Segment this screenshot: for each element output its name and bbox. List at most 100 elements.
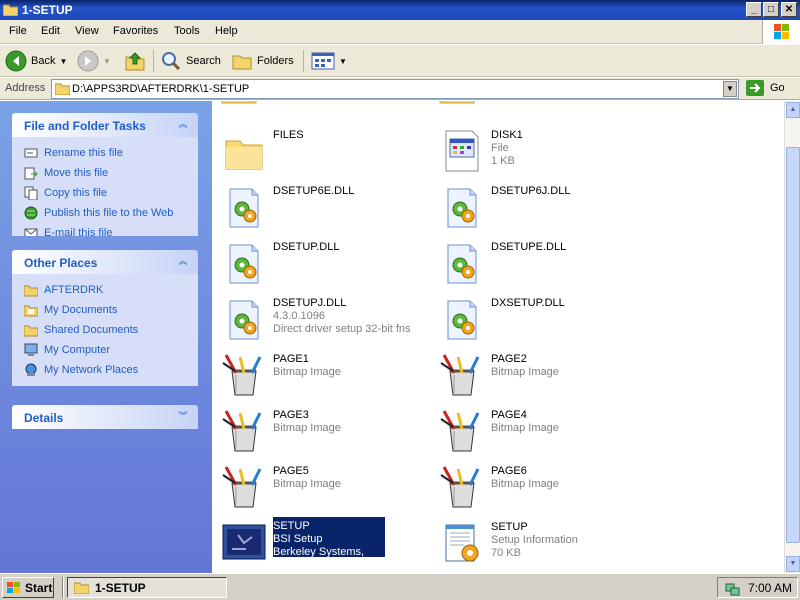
bitmap-icon	[220, 463, 268, 511]
place-afterdrk[interactable]: AFTERDRK	[24, 280, 198, 300]
file-item-dsetupe-dll[interactable]: DSETUPE.DLL	[436, 237, 646, 287]
file-name: SETUP	[491, 521, 528, 533]
scroll-thumb[interactable]	[786, 147, 800, 543]
task-publish[interactable]: Publish this file to the Web	[24, 203, 198, 223]
views-button[interactable]: ▼	[311, 48, 347, 74]
file-item-setup[interactable]: SETUP BSI Setup Berkeley Systems, Inc.	[218, 517, 428, 571]
place-my-network-places[interactable]: My Network Places	[24, 360, 198, 380]
place-label: My Network Places	[44, 364, 139, 376]
task-email[interactable]: E-mail this file	[24, 223, 198, 236]
place-label: AFTERDRK	[44, 284, 104, 296]
file-item-page5[interactable]: PAGE5 Bitmap Image	[218, 461, 428, 511]
file-name: PAGE2	[491, 353, 527, 365]
file-item-dsetup6j-dll[interactable]: DSETUP6J.DLL	[436, 181, 646, 231]
address-dropdown-icon[interactable]: ▼	[723, 81, 737, 97]
maximize-button[interactable]: □	[763, 2, 779, 17]
file-item-dsetupj-dll[interactable]: DSETUPJ.DLL 4.3.0.1096 Direct driver setup…	[218, 293, 428, 343]
task-rename[interactable]: Rename this file	[24, 143, 198, 163]
task-label: E-mail this file	[44, 227, 113, 236]
file-item-page3[interactable]: PAGE3 Bitmap Image	[218, 405, 428, 455]
scroll-up-arrow-icon[interactable]: ▲	[786, 102, 800, 118]
place-label: Shared Documents	[44, 324, 139, 336]
panel-header[interactable]: Details ︾	[12, 405, 198, 429]
search-icon	[162, 52, 181, 71]
globe-icon	[24, 206, 38, 220]
menu-tools[interactable]: Tools	[174, 25, 200, 37]
place-shared-documents[interactable]: Shared Documents	[24, 320, 198, 340]
taskbar-separator	[62, 577, 64, 598]
back-dropdown-icon[interactable]: ▼	[59, 57, 67, 66]
system-tray: 7:00 AM	[717, 577, 798, 598]
bitmap-icon	[220, 351, 268, 399]
file-text: PAGE4 Bitmap Image	[491, 409, 559, 435]
file-text: DSETUPE.DLL	[491, 241, 566, 254]
menu-favorites[interactable]: Favorites	[113, 25, 158, 37]
address-path: D:\APPS3RD\AFTERDRK\1-SETUP	[72, 83, 250, 95]
menu-help[interactable]: Help	[215, 25, 238, 37]
panel-title: Other Places	[24, 256, 98, 270]
clock[interactable]: 7:00 AM	[748, 581, 792, 595]
task-move[interactable]: Move this file	[24, 163, 198, 183]
task-copy[interactable]: Copy this file	[24, 183, 198, 203]
place-my-documents[interactable]: My Documents	[24, 300, 198, 320]
address-input[interactable]: D:\APPS3RD\AFTERDRK\1-SETUP ▼	[51, 79, 739, 99]
go-button[interactable]: Go	[745, 79, 785, 97]
folders-button[interactable]: Folders	[231, 48, 294, 74]
network-tray-icon[interactable]	[724, 580, 740, 596]
file-item-page1[interactable]: PAGE1 Bitmap Image	[218, 349, 428, 399]
other-places-panel: Other Places ︽ AFTERDRK My Documents Sha…	[12, 250, 198, 386]
task-label: Publish this file to the Web	[44, 207, 174, 219]
vertical-scrollbar[interactable]: ▲ ▼	[784, 101, 800, 573]
email-icon	[24, 228, 38, 236]
panel-header[interactable]: File and Folder Tasks ︽	[12, 113, 198, 137]
file-text: DSETUP.DLL	[273, 241, 339, 254]
file-item-page6[interactable]: PAGE6 Bitmap Image	[436, 461, 646, 511]
file-item-disk1[interactable]: DISK1 File 1 KB	[436, 125, 646, 175]
documents-folder-icon	[24, 305, 38, 317]
details-panel: Details ︾	[12, 405, 198, 429]
expand-chevron-icon[interactable]: ︾	[176, 410, 190, 424]
menu-file[interactable]: File	[9, 25, 27, 37]
start-button[interactable]: Start	[2, 577, 54, 598]
file-name: PAGE4	[491, 409, 527, 421]
file-name: DSETUP6J.DLL	[491, 185, 571, 197]
panel-header[interactable]: Other Places ︽	[12, 250, 198, 274]
back-button[interactable]: Back ▼	[5, 48, 67, 74]
file-folder-tasks-panel: File and Folder Tasks ︽ Rename this file…	[12, 113, 198, 236]
task-label: Rename this file	[44, 147, 123, 159]
file-item-page4[interactable]: PAGE4 Bitmap Image	[436, 405, 646, 455]
scroll-down-arrow-icon[interactable]: ▼	[786, 556, 800, 572]
file-detail: 70 KB	[491, 547, 521, 559]
file-item-page2[interactable]: PAGE2 Bitmap Image	[436, 349, 646, 399]
forward-dropdown-icon[interactable]: ▼	[103, 57, 111, 66]
title-bar[interactable]: 1-SETUP _ □ ✕	[0, 0, 800, 20]
place-my-computer[interactable]: My Computer	[24, 340, 198, 360]
close-button[interactable]: ✕	[781, 2, 797, 17]
up-folder-button[interactable]	[124, 48, 146, 74]
file-item-dsetup-dll[interactable]: DSETUP.DLL	[218, 237, 428, 287]
file-name: PAGE3	[273, 409, 309, 421]
minimize-button[interactable]: _	[746, 2, 762, 17]
file-detail: Setup Information	[491, 534, 578, 546]
file-name: FILES	[273, 129, 304, 141]
forward-button[interactable]: ▼	[77, 48, 111, 74]
file-item-setup-inf[interactable]: SETUP Setup Information 70 KB	[436, 517, 646, 567]
file-detail: Berkeley Systems, Inc.	[273, 546, 365, 571]
collapse-chevron-icon[interactable]: ︽	[176, 255, 190, 269]
file-detail: Bitmap Image	[491, 478, 559, 490]
taskbar-window-button[interactable]: 1-SETUP	[67, 577, 227, 598]
menu-edit[interactable]: Edit	[41, 25, 60, 37]
folder-icon	[439, 101, 475, 104]
search-button[interactable]: Search	[160, 48, 221, 74]
views-dropdown-icon[interactable]: ▼	[339, 57, 347, 66]
file-detail: Direct driver setup 32-bit fns	[273, 323, 411, 335]
file-item-dxsetup-dll[interactable]: DXSETUP.DLL	[436, 293, 646, 343]
file-item-files[interactable]: FILES	[218, 125, 428, 175]
file-text: DSETUP6J.DLL	[491, 185, 570, 198]
windows-flag-icon	[7, 581, 20, 593]
menu-view[interactable]: View	[75, 25, 99, 37]
setup-info-icon	[438, 519, 486, 567]
file-text: PAGE1 Bitmap Image	[273, 353, 341, 379]
file-item-dsetup6e-dll[interactable]: DSETUP6E.DLL	[218, 181, 428, 231]
collapse-chevron-icon[interactable]: ︽	[176, 118, 190, 132]
